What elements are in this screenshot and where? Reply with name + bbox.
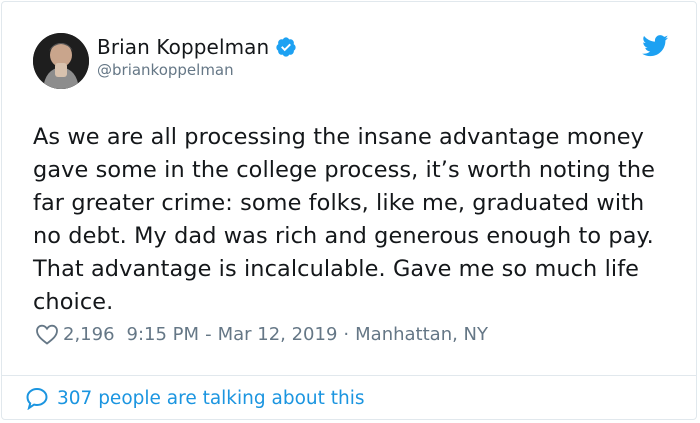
verified-badge-icon: [276, 37, 296, 57]
tweet-text: As we are all processing the insane adva…: [33, 124, 656, 315]
heart-icon[interactable]: [35, 323, 59, 345]
author-name-row: Brian Koppelman: [97, 35, 297, 59]
tweet-time[interactable]: 9:15 PM: [127, 324, 200, 345]
date-separator: -: [205, 323, 212, 345]
talking-about-link[interactable]: 307 people are talking about this: [25, 386, 365, 410]
author-display-name[interactable]: Brian Koppelman: [97, 35, 269, 59]
talking-about-label[interactable]: 307 people are talking about this: [57, 388, 365, 409]
divider: [2, 375, 696, 376]
like-count[interactable]: 2,196: [63, 324, 115, 345]
tweet-location[interactable]: Manhattan, NY: [355, 324, 488, 345]
tweet-meta: 2,196 9:15 PM - Mar 12, 2019 · Manhattan…: [35, 323, 488, 345]
speech-bubble-icon: [26, 387, 48, 410]
tweet-card: Brian Koppelman @briankoppelman As we ar…: [1, 1, 697, 420]
tweet-date[interactable]: Mar 12, 2019: [218, 324, 338, 345]
author-handle[interactable]: @briankoppelman: [97, 61, 234, 79]
twitter-bird-icon[interactable]: [642, 35, 669, 57]
location-separator: ·: [343, 323, 350, 345]
avatar[interactable]: [33, 33, 89, 89]
